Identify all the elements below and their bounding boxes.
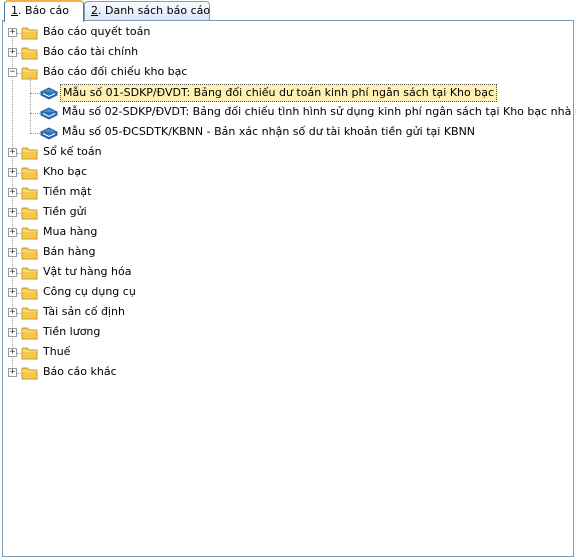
tree-node[interactable]: + Mua hàng [3, 223, 573, 243]
tree-node-label: Báo cáo đối chiếu kho bạc [43, 65, 188, 78]
tree-node-label: Tiền lương [43, 325, 101, 338]
tab-danh-sach-label: . Danh sách báo cáo [98, 4, 211, 17]
tree-node[interactable]: + Công cụ dụng cụ [3, 283, 573, 303]
tree-node-label: Tiền gửi [43, 205, 87, 218]
expand-icon[interactable]: + [8, 368, 17, 377]
expand-icon[interactable]: + [8, 188, 17, 197]
report-item-label: Mẫu số 01-SDKP/ĐVDT: Bảng đối chiếu dư t… [60, 84, 497, 102]
folder-icon [21, 286, 39, 300]
report-item[interactable]: Mẫu số 01-SDKP/ĐVDT: Bảng đối chiếu dư t… [3, 83, 573, 103]
tree-node-label: Tài sản cố định [43, 305, 125, 318]
tree-node[interactable]: + Tiền mặt [3, 183, 573, 203]
tab-bao-cao-label: . Báo cáo [18, 4, 70, 17]
tree-node-label: Kho bạc [43, 165, 88, 178]
report-tree: + Báo cáo quyết toán + Báo cáo tài chính − Bá… [3, 21, 576, 556]
expand-icon[interactable]: + [8, 148, 17, 157]
expand-icon[interactable]: + [8, 248, 17, 257]
expand-icon[interactable]: + [8, 228, 17, 237]
tree-node[interactable]: + Kho bạc [3, 163, 573, 183]
tree-node[interactable]: + Tiền lương [3, 323, 573, 343]
tree-node[interactable]: + Báo cáo quyết toán [3, 23, 573, 43]
report-item-label: Mẫu số 02-SDKP/ĐVDT: Bảng đối chiếu tình… [62, 105, 576, 118]
tree-child-line [30, 77, 31, 133]
folder-icon [21, 46, 39, 60]
report-item-label: Mẫu số 05-ĐCSDTK/KBNN - Bản xác nhận số … [62, 125, 476, 138]
folder-icon [21, 266, 39, 280]
tree-node-label: Thuế [43, 345, 71, 358]
report-tree-panel: + Báo cáo quyết toán + Báo cáo tài chính − Bá… [2, 20, 576, 557]
tree-node[interactable]: − Báo cáo đối chiếu kho bạc [3, 63, 573, 83]
report-book-icon [40, 86, 58, 100]
expand-icon[interactable]: + [8, 308, 17, 317]
tree-node-label: Sổ kế toán [43, 145, 102, 158]
collapse-icon[interactable]: − [8, 68, 17, 77]
tree-node-label: Tiền mặt [43, 185, 92, 198]
tab-bao-cao-hotkey: 1 [11, 4, 18, 17]
tab-bao-cao[interactable]: 1. Báo cáo [4, 0, 84, 22]
expand-icon[interactable]: + [8, 268, 17, 277]
tree-node[interactable]: + Báo cáo khác [3, 363, 573, 383]
folder-icon [21, 346, 39, 360]
report-item[interactable]: Mẫu số 05-ĐCSDTK/KBNN - Bản xác nhận số … [3, 123, 573, 143]
tree-connector [30, 113, 40, 114]
folder-icon [21, 326, 39, 340]
tree-node-label: Báo cáo tài chính [43, 45, 139, 58]
tree-node-label: Bán hàng [43, 245, 96, 258]
tree-node[interactable]: + Bán hàng [3, 243, 573, 263]
folder-icon [21, 26, 39, 40]
report-book-icon [40, 106, 58, 120]
expand-icon[interactable]: + [8, 208, 17, 217]
folder-icon [21, 206, 39, 220]
expand-icon[interactable]: + [8, 48, 17, 57]
expand-icon[interactable]: + [8, 168, 17, 177]
tree-connector [30, 93, 40, 94]
tree-connector [30, 133, 40, 134]
expand-icon[interactable]: + [8, 28, 17, 37]
tree-node[interactable]: + Sổ kế toán [3, 143, 573, 163]
expand-icon[interactable]: + [8, 348, 17, 357]
folder-icon [21, 226, 39, 240]
tree-node[interactable]: + Thuế [3, 343, 573, 363]
tab-bar: 1. Báo cáo 2. Danh sách báo cáo [0, 0, 576, 22]
folder-icon [21, 186, 39, 200]
tree-node[interactable]: + Tài sản cố định [3, 303, 573, 323]
folder-icon [21, 246, 39, 260]
report-item[interactable]: Mẫu số 02-SDKP/ĐVDT: Bảng đối chiếu tình… [3, 103, 576, 123]
report-book-icon [40, 126, 58, 140]
tree-node[interactable]: + Vật tư hàng hóa [3, 263, 573, 283]
expand-icon[interactable]: + [8, 328, 17, 337]
tree-node[interactable]: + Tiền gửi [3, 203, 573, 223]
tab-danh-sach-hotkey: 2 [91, 4, 98, 17]
tab-danh-sach-bao-cao[interactable]: 2. Danh sách báo cáo [84, 1, 210, 20]
folder-icon [21, 166, 39, 180]
tree-node-label: Báo cáo khác [43, 365, 117, 378]
tree-node-label: Mua hàng [43, 225, 98, 238]
folder-icon [21, 306, 39, 320]
folder-icon [21, 146, 39, 160]
tree-node-label: Báo cáo quyết toán [43, 25, 151, 38]
tree-node[interactable]: + Báo cáo tài chính [3, 43, 573, 63]
folder-icon [21, 366, 39, 380]
expand-icon[interactable]: + [8, 288, 17, 297]
tree-node-label: Công cụ dụng cụ [43, 285, 136, 298]
tree-node-label: Vật tư hàng hóa [43, 265, 132, 278]
